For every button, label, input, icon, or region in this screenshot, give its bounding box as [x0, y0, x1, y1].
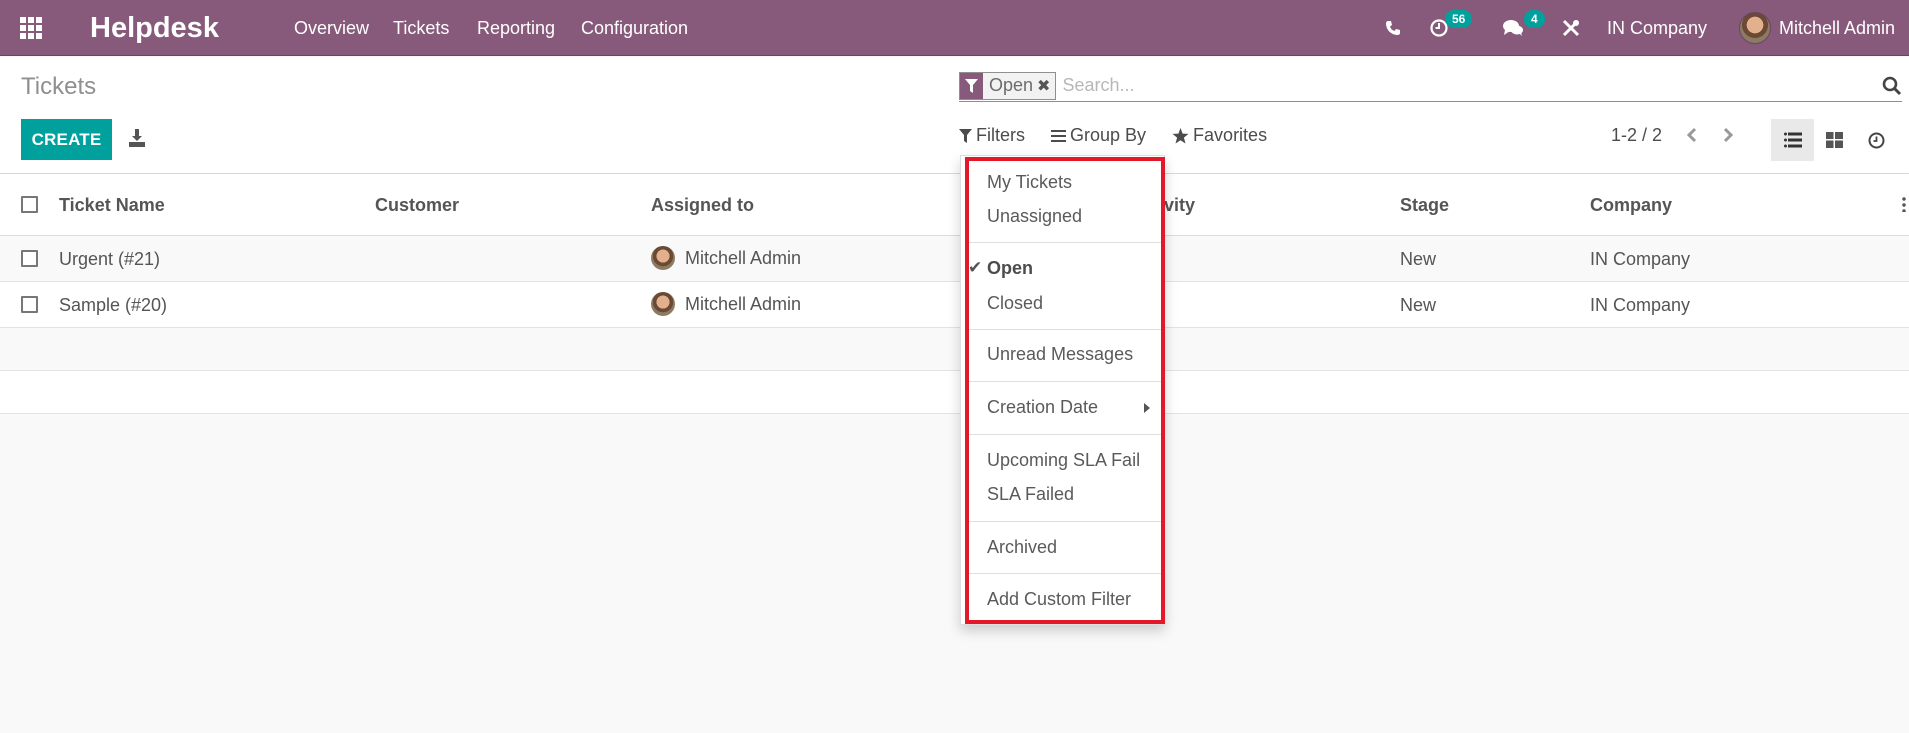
filter-sla-failed[interactable]: SLA Failed	[987, 484, 1074, 505]
page-title: Tickets	[21, 73, 97, 100]
tools-icon[interactable]	[1561, 0, 1581, 56]
user-name: Mitchell Admin	[1779, 17, 1896, 38]
filters-toggle[interactable]: Filters	[959, 125, 1025, 146]
optional-columns-icon[interactable]	[1902, 196, 1906, 212]
divider	[967, 573, 1161, 574]
menu-tickets[interactable]: Tickets	[393, 0, 449, 56]
column-ticket-name[interactable]: Ticket Name	[59, 195, 165, 216]
stage: New	[1400, 249, 1437, 269]
company: IN Company	[1590, 295, 1691, 315]
empty-row	[0, 328, 1909, 371]
assigned-user: Mitchell Admin	[685, 293, 802, 314]
menu-configuration[interactable]: Configuration	[581, 0, 688, 56]
facet-label: Open	[989, 75, 1034, 95]
search-icon[interactable]	[1882, 76, 1902, 96]
activity-view-button[interactable]	[1855, 119, 1898, 161]
search-panel-buttons: Filters Group By Favorites	[959, 125, 1293, 146]
groupby-label: Group By	[1070, 125, 1147, 145]
column-company[interactable]: Company	[1590, 195, 1672, 216]
add-custom-filter[interactable]: Add Custom Filter	[987, 589, 1131, 610]
divider	[967, 242, 1161, 243]
kanban-icon	[1826, 132, 1843, 148]
filter-archived[interactable]: Archived	[987, 537, 1057, 558]
divider	[967, 521, 1161, 522]
column-assigned-to[interactable]: Assigned to	[651, 195, 754, 216]
top-navbar: Helpdesk Overview Tickets Reporting Conf…	[0, 0, 1909, 56]
filter-closed[interactable]: Closed	[987, 293, 1043, 314]
assigned-to: Mitchell Admin	[651, 292, 801, 316]
favorites-label: Favorites	[1193, 125, 1268, 145]
company-switcher[interactable]: IN Company	[1607, 0, 1707, 56]
filter-open[interactable]: Open	[987, 258, 1033, 279]
company: IN Company	[1590, 249, 1691, 269]
filter-unassigned[interactable]: Unassigned	[987, 206, 1082, 227]
kanban-view-button[interactable]	[1813, 119, 1856, 161]
create-button[interactable]: CREATE	[21, 119, 112, 160]
user-avatar	[651, 246, 675, 270]
divider	[967, 329, 1161, 330]
table-row[interactable]: Sample (#20) Mitchell Admin New IN Compa…	[0, 282, 1909, 328]
facet-remove-icon[interactable]: ✖	[1037, 76, 1055, 96]
empty-row	[0, 371, 1909, 414]
filter-upcoming-sla-fail[interactable]: Upcoming SLA Fail	[987, 450, 1140, 471]
filter-my-tickets[interactable]: My Tickets	[987, 172, 1072, 193]
phone-icon[interactable]	[1385, 0, 1401, 56]
chat-icon	[1503, 20, 1523, 36]
search-facet-open: Open ✖	[959, 71, 1057, 100]
assigned-user: Mitchell Admin	[685, 247, 802, 268]
apps-menu-icon[interactable]	[20, 0, 48, 56]
pager-value[interactable]: 1-2 / 2	[1611, 125, 1662, 146]
download-icon[interactable]	[128, 128, 146, 148]
menu-reporting[interactable]: Reporting	[477, 0, 555, 56]
row-checkbox[interactable]	[21, 250, 38, 267]
filter-unread-messages[interactable]: Unread Messages	[987, 344, 1133, 365]
caret-right-icon	[1144, 403, 1150, 413]
divider	[967, 434, 1161, 435]
star-icon	[1172, 127, 1189, 143]
activity-count-badge: 56	[1445, 10, 1473, 28]
table-row[interactable]: Urgent (#21) Mitchell Admin New IN Compa…	[0, 236, 1909, 282]
bars-icon	[1051, 130, 1066, 142]
pager-previous-icon[interactable]	[1682, 123, 1702, 147]
check-icon: ✔	[968, 258, 983, 277]
user-avatar	[1739, 12, 1771, 44]
list-view-button[interactable]	[1771, 119, 1814, 161]
user-avatar	[651, 292, 675, 316]
groupby-toggle[interactable]: Group By	[1051, 125, 1146, 146]
favorites-toggle[interactable]: Favorites	[1172, 125, 1267, 146]
messages-button[interactable]: 4	[1502, 0, 1552, 56]
filter-icon	[960, 72, 983, 99]
row-checkbox[interactable]	[21, 296, 38, 313]
assigned-to: Mitchell Admin	[651, 246, 801, 270]
stage: New	[1400, 295, 1437, 315]
user-menu[interactable]: Mitchell Admin	[1739, 0, 1895, 56]
ticket-name: Urgent (#21)	[59, 249, 161, 269]
tickets-list: Ticket Name Customer Assigned to Activit…	[0, 174, 1909, 414]
menu-overview[interactable]: Overview	[294, 0, 369, 56]
search-bar: Open ✖	[959, 70, 1902, 102]
column-customer[interactable]: Customer	[375, 195, 459, 216]
clock-icon	[1868, 132, 1885, 148]
table-header: Ticket Name Customer Assigned to Activit…	[0, 174, 1909, 236]
ticket-name: Sample (#20)	[59, 295, 168, 315]
divider	[967, 381, 1161, 382]
filter-creation-date[interactable]: Creation Date	[987, 397, 1098, 418]
activity-button[interactable]: 56	[1429, 0, 1489, 56]
select-all-checkbox[interactable]	[21, 196, 38, 213]
list-icon	[1783, 132, 1802, 148]
pager-next-icon[interactable]	[1718, 123, 1738, 147]
search-input[interactable]	[1062, 75, 1882, 96]
column-stage[interactable]: Stage	[1400, 195, 1449, 216]
filter-icon	[959, 128, 972, 143]
control-panel: Tickets CREATE Open ✖ Filters Group By F…	[0, 57, 1909, 174]
app-name[interactable]: Helpdesk	[90, 0, 219, 56]
filters-label: Filters	[976, 125, 1025, 145]
messages-count-badge: 4	[1524, 10, 1545, 28]
